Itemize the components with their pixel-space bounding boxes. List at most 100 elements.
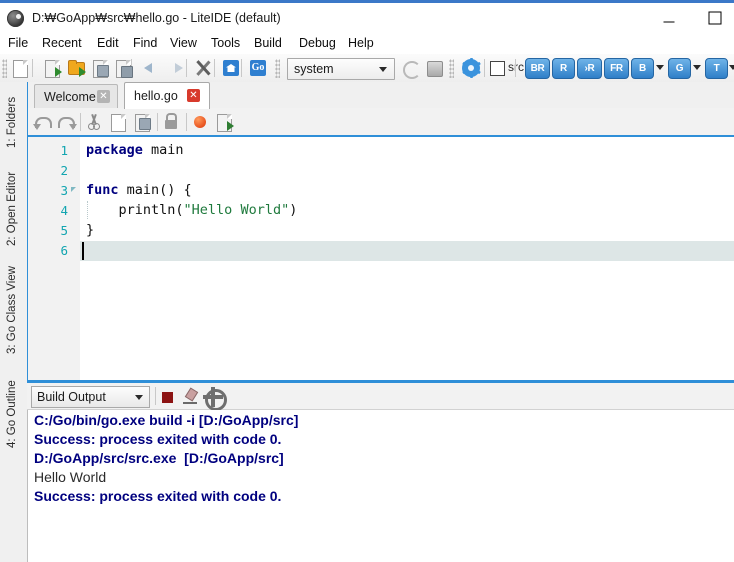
run-file-button[interactable]: ›R [577, 58, 602, 79]
output-source-select[interactable]: Build Output [31, 386, 150, 408]
copy-pages-icon [111, 114, 126, 132]
maximize-button[interactable] [692, 3, 734, 33]
editor-toolbar [28, 108, 734, 137]
output-line: Success: process exited with code 0. [34, 430, 281, 449]
sidebar-tab-label: 2: Open Editor [6, 172, 18, 246]
copy-button[interactable] [108, 112, 128, 132]
stop-square-icon [427, 61, 443, 77]
chevron-down-icon[interactable] [693, 65, 701, 70]
current-line-highlight [80, 241, 734, 261]
home-button[interactable] [221, 58, 241, 78]
toolbar-grip[interactable] [449, 59, 454, 78]
output-toolbar: Build Output [27, 383, 734, 410]
menu-view[interactable]: View [164, 33, 203, 54]
toolbar-separator [32, 59, 33, 77]
menu-help[interactable]: Help [342, 33, 380, 54]
menu-bar: FileRecentEditFindViewToolsBuildDebugHel… [0, 33, 734, 54]
lock-button[interactable] [161, 112, 181, 132]
code-area[interactable]: 1package main23func main() {4 println("H… [28, 137, 734, 382]
options-button[interactable] [193, 58, 213, 78]
open-file-button[interactable] [42, 58, 62, 78]
chevron-down-icon[interactable] [729, 65, 734, 70]
refresh-icon [403, 61, 421, 79]
output-settings-button[interactable] [205, 389, 227, 411]
code-line: func main() { [86, 182, 192, 198]
code-token-kw: package [86, 142, 143, 158]
minimize-icon [664, 22, 675, 23]
disk-badge-icon [97, 65, 109, 77]
editor-tab-hello-go[interactable]: hello.go ✕ [124, 82, 210, 109]
menu-build[interactable]: Build [248, 33, 288, 54]
go-logo-icon: Go [250, 60, 266, 76]
arrow-right-icon [175, 63, 183, 73]
new-file-button[interactable] [10, 58, 30, 78]
fold-triangle-icon[interactable] [71, 187, 76, 192]
output-line: D:/GoApp/src/src.exe [D:/GoApp/src] [34, 449, 284, 468]
code-token-plain: println( [86, 202, 184, 218]
menu-find[interactable]: Find [127, 33, 163, 54]
output-line: Success: process exited with code 0. [34, 487, 281, 506]
sidebar-tab-label: 3: Go Class View [6, 266, 18, 354]
build-button[interactable]: B [631, 58, 654, 79]
toolbar-separator [515, 59, 516, 77]
clear-output-button[interactable] [182, 389, 198, 405]
navigate-back-button[interactable] [141, 58, 161, 78]
toolbar-separator [214, 59, 215, 77]
reload-env-button[interactable] [400, 58, 420, 78]
output-pane: Build Output C:/Go/bin/go.exe build -i [… [27, 383, 734, 562]
chevron-down-icon[interactable] [656, 65, 664, 70]
code-line: } [86, 222, 94, 238]
run-button[interactable]: R [552, 58, 575, 79]
goto-button[interactable] [214, 112, 234, 132]
get-button[interactable]: G [668, 58, 691, 79]
menu-debug[interactable]: Debug [293, 33, 342, 54]
navigate-forward-button[interactable] [167, 58, 187, 78]
output-toolbar-separator [155, 387, 156, 405]
title-bar: D:₩GoApp₩src₩hello.go - LiteIDE (default… [0, 3, 734, 33]
home-icon [223, 60, 239, 76]
editor-tab-welcome[interactable]: Welcome✕ [34, 84, 118, 109]
red-circle-icon [194, 116, 206, 128]
sidebar-tab-go-outline[interactable]: 4: Go Outline [4, 372, 27, 448]
sidebar-tab-open-editor[interactable]: 2: Open Editor [4, 162, 27, 246]
close-icon[interactable]: ✕ [97, 90, 110, 103]
editor-toolbar-separator [80, 113, 81, 131]
sidebar-tab-label: 4: Go Outline [6, 380, 18, 448]
wrench-tools-icon [195, 60, 211, 76]
bookmark-button[interactable] [190, 112, 210, 132]
menu-edit[interactable]: Edit [91, 33, 125, 54]
editor-tab-label: hello.go [134, 83, 178, 109]
undo-arrow-icon [35, 117, 52, 128]
go-tool-button[interactable]: Go [248, 58, 268, 78]
sidebar-tab-folders[interactable]: 1: Folders [4, 86, 27, 148]
src-checkbox-label: src [508, 60, 524, 75]
build-and-run-button[interactable]: BR [525, 58, 550, 79]
minimize-button[interactable] [646, 3, 692, 33]
file-run-button[interactable]: FR [604, 58, 629, 79]
arrow-left-icon [144, 63, 152, 73]
undo-button[interactable] [32, 112, 52, 132]
menu-recent[interactable]: Recent [36, 33, 88, 54]
stop-build-button[interactable] [424, 58, 444, 78]
menu-file[interactable]: File [2, 33, 34, 54]
output-text[interactable]: C:/Go/bin/go.exe build -i [D:/GoApp/src]… [27, 410, 734, 562]
paste-button[interactable] [132, 112, 152, 132]
indent-guide [87, 201, 89, 219]
redo-button[interactable] [55, 112, 75, 132]
arrow-into-icon [79, 67, 86, 77]
editor-tab-label: Welcome [44, 85, 96, 109]
line-number: 4 [28, 203, 68, 218]
close-icon[interactable]: ✕ [187, 89, 200, 102]
toolbar-grip[interactable] [2, 59, 7, 78]
save-all-button[interactable] [113, 58, 133, 78]
build-config-button[interactable] [461, 58, 481, 78]
save-file-button[interactable] [90, 58, 110, 78]
test-button[interactable]: T [705, 58, 728, 79]
sidebar-tab-go-class-view[interactable]: 3: Go Class View [4, 262, 27, 354]
open-folder-button[interactable] [66, 58, 86, 78]
toolbar-grip[interactable] [275, 59, 280, 78]
cut-button[interactable] [84, 112, 104, 132]
menu-tools[interactable]: Tools [205, 33, 246, 54]
env-select[interactable]: system [287, 58, 395, 80]
stop-output-button[interactable] [162, 392, 173, 403]
